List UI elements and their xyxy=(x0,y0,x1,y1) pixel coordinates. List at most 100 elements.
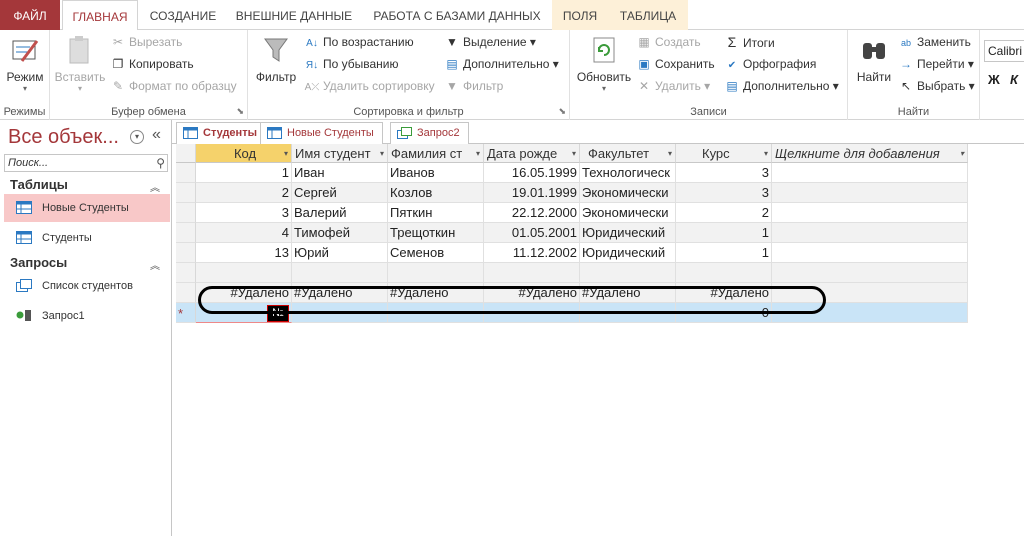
bold-button[interactable]: Ж xyxy=(988,72,1000,87)
cell-last-name[interactable]: Пяткин xyxy=(388,203,484,223)
nav-search-input[interactable]: Поиск... ⚲ xyxy=(4,154,168,172)
tab-fields[interactable]: ПОЛЯ xyxy=(552,0,608,30)
cell-add[interactable] xyxy=(772,243,968,263)
find-button[interactable]: Найти xyxy=(852,34,896,84)
cell-course[interactable] xyxy=(676,263,772,283)
cell-first-name[interactable]: Тимофей xyxy=(292,223,388,243)
spelling-button[interactable]: ✔ Орфография xyxy=(724,54,817,74)
sort-asc-button[interactable]: A↓ По возрастанию xyxy=(304,32,413,52)
cell-first-name[interactable]: Сергей xyxy=(292,183,388,203)
sort-desc-button[interactable]: Я↓ По убыванию xyxy=(304,54,399,74)
tab-file[interactable]: ФАЙЛ xyxy=(0,0,60,30)
search-icon[interactable]: ⚲ xyxy=(156,155,165,171)
cell-faculty[interactable]: Юридический xyxy=(580,243,676,263)
cell-faculty[interactable]: Юридический xyxy=(580,223,676,243)
selection-button[interactable]: ▼ Выделение ▾ xyxy=(444,32,536,52)
doc-tab-query2[interactable]: Запрос2 xyxy=(390,122,469,144)
column-dropdown-icon[interactable]: ▾ xyxy=(380,144,384,162)
cell-last-name[interactable] xyxy=(388,263,484,283)
sort-launcher-icon[interactable]: ⬊ xyxy=(558,106,566,117)
col-header-dob[interactable]: Дата рожде ▾ xyxy=(484,144,580,163)
cell-last-name[interactable]: Трещоткин xyxy=(388,223,484,243)
italic-button[interactable]: К xyxy=(1010,72,1018,87)
tab-table[interactable]: ТАБЛИЦА xyxy=(608,0,688,30)
nav-item-new-students[interactable]: Новые Студенты xyxy=(4,194,170,222)
record-selector[interactable] xyxy=(176,203,196,223)
nav-item-query1[interactable]: Запрос1 xyxy=(4,302,170,330)
filter-button[interactable]: Фильтр xyxy=(252,34,300,84)
col-header-add-field[interactable]: Щелкните для добавления ▾ xyxy=(772,144,968,163)
record-selector[interactable] xyxy=(176,263,196,283)
col-header-faculty[interactable]: Факультет ▾ xyxy=(580,144,676,163)
record-selector[interactable] xyxy=(176,283,196,303)
doc-tab-new-students[interactable]: Новые Студенты xyxy=(260,122,383,144)
cell-dob[interactable]: 22.12.2000 xyxy=(484,203,580,223)
refresh-button[interactable]: Обновить ▾ xyxy=(574,34,634,93)
cell-course[interactable]: 1 xyxy=(676,223,772,243)
column-dropdown-icon[interactable]: ▾ xyxy=(764,144,768,162)
record-selector[interactable] xyxy=(176,243,196,263)
cell-last-name[interactable]: Козлов xyxy=(388,183,484,203)
cell-add[interactable] xyxy=(772,223,968,243)
replace-button[interactable]: ab Заменить xyxy=(898,32,971,52)
cell-add[interactable] xyxy=(772,183,968,203)
column-dropdown-icon[interactable]: ▾ xyxy=(668,144,672,162)
remove-sort-button[interactable]: A⤫ Удалить сортировку xyxy=(304,76,435,96)
record-selector[interactable] xyxy=(176,163,196,183)
select-all-corner[interactable] xyxy=(176,144,196,163)
nav-item-student-list[interactable]: Список студентов xyxy=(4,272,170,300)
cell-faculty[interactable] xyxy=(580,263,676,283)
record-selector[interactable] xyxy=(176,223,196,243)
goto-button[interactable]: → Перейти ▾ xyxy=(898,54,974,74)
cell-first-name[interactable]: Валерий xyxy=(292,203,388,223)
cell-dob[interactable]: 01.05.2001 xyxy=(484,223,580,243)
clipboard-launcher-icon[interactable]: ⬊ xyxy=(236,106,244,117)
column-dropdown-icon[interactable]: ▾ xyxy=(284,144,288,162)
col-header-last-name[interactable]: Фамилия ст ▾ xyxy=(388,144,484,163)
cell-dob[interactable]: 19.01.1999 xyxy=(484,183,580,203)
more-records-button[interactable]: ▤ Дополнительно ▾ xyxy=(724,76,838,96)
collapse-queries-icon[interactable]: ︽ xyxy=(150,257,160,272)
cell-course[interactable]: 1 xyxy=(676,243,772,263)
cell-code[interactable] xyxy=(196,263,292,283)
tab-home[interactable]: ГЛАВНАЯ xyxy=(62,0,138,31)
tab-database-tools[interactable]: РАБОТА С БАЗАМИ ДАННЫХ xyxy=(362,0,552,30)
record-selector[interactable] xyxy=(176,183,196,203)
collapse-tables-icon[interactable]: ︽ xyxy=(150,179,160,194)
new-record-button[interactable]: ▦ Создать xyxy=(636,32,700,52)
cell-code[interactable]: 1 xyxy=(196,163,292,183)
cell-code[interactable]: 3 xyxy=(196,203,292,223)
copy-button[interactable]: ❐ Копировать xyxy=(110,54,194,74)
cell-code[interactable]: 13 xyxy=(196,243,292,263)
nav-dropdown-icon[interactable]: ▾ xyxy=(130,130,144,144)
cell-code[interactable]: 4 xyxy=(196,223,292,243)
cell-first-name[interactable]: Юрий xyxy=(292,243,388,263)
cell-dob[interactable]: 16.05.1999 xyxy=(484,163,580,183)
totals-button[interactable]: Σ Итоги xyxy=(724,32,775,52)
toggle-filter-button[interactable]: ▼ Фильтр xyxy=(444,76,503,96)
column-dropdown-icon[interactable]: ▾ xyxy=(572,144,576,162)
cell-course[interactable]: 2 xyxy=(676,203,772,223)
cell-last-name[interactable]: Семенов xyxy=(388,243,484,263)
cell-dob[interactable]: 11.12.2002 xyxy=(484,243,580,263)
cell-first-name[interactable] xyxy=(292,263,388,283)
column-dropdown-icon[interactable]: ▾ xyxy=(476,144,480,162)
paste-button[interactable]: Вставить ▾ xyxy=(54,34,106,93)
nav-collapse-icon[interactable]: « xyxy=(152,126,161,144)
font-name-field[interactable]: Calibri xyxy=(984,40,1024,62)
cell-add[interactable] xyxy=(772,203,968,223)
nav-item-students[interactable]: Студенты xyxy=(4,224,170,252)
tab-create[interactable]: СОЗДАНИЕ xyxy=(140,0,226,30)
cell-faculty[interactable]: Экономически xyxy=(580,203,676,223)
view-button[interactable]: Режим ▾ xyxy=(2,34,48,93)
advanced-filter-button[interactable]: ▤ Дополнительно ▾ xyxy=(444,54,558,74)
cell-first-name[interactable]: Иван xyxy=(292,163,388,183)
cell-last-name[interactable]: Иванов xyxy=(388,163,484,183)
nav-section-tables[interactable]: Таблицы xyxy=(10,177,68,192)
cut-button[interactable]: ✂ Вырезать xyxy=(110,32,182,52)
col-header-code[interactable]: Код ▾ xyxy=(196,144,292,163)
cell-faculty[interactable]: Технологическ xyxy=(580,163,676,183)
cell-faculty[interactable]: Экономически xyxy=(580,183,676,203)
cell-course[interactable]: 3 xyxy=(676,163,772,183)
col-header-course[interactable]: Курс ▾ xyxy=(676,144,772,163)
